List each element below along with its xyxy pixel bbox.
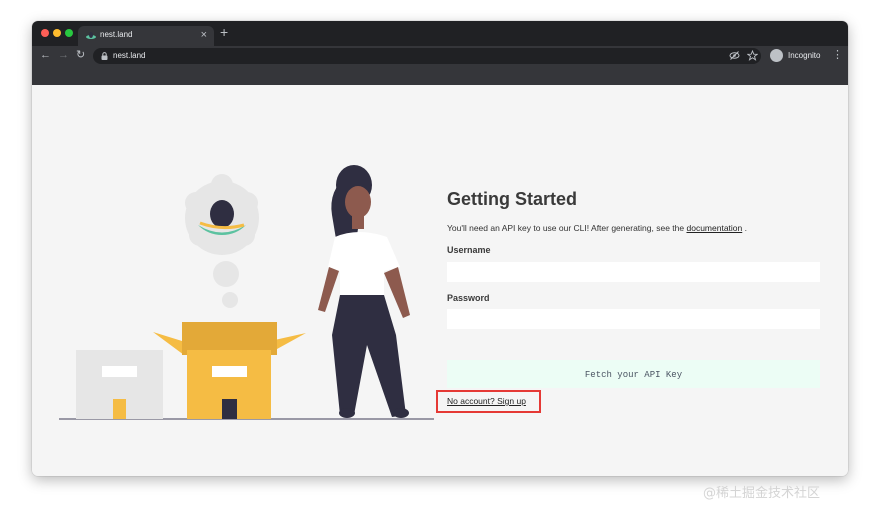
browser-window: nest.land × + ← → ↻ nest.land Incognito … (32, 21, 848, 476)
bookmark-star-icon[interactable] (747, 50, 758, 61)
username-input[interactable] (447, 262, 820, 282)
tab-bar: nest.land × + (32, 21, 848, 46)
password-input[interactable] (447, 309, 820, 329)
minimize-window-button[interactable] (53, 29, 61, 37)
lock-icon (101, 52, 108, 60)
browser-toolbar: ← → ↻ nest.land Incognito ⋮ (32, 46, 848, 66)
maximize-window-button[interactable] (65, 29, 73, 37)
fetch-api-key-button[interactable]: Fetch your API Key (447, 360, 820, 388)
nest-favicon-icon (86, 32, 96, 39)
signup-link[interactable]: No account? Sign up (447, 396, 526, 406)
intro-text: You'll need an API key to use our CLI! A… (447, 223, 747, 233)
page-content: Getting Started You'll need an API key t… (32, 85, 848, 476)
bookmark-bar (32, 66, 848, 85)
close-window-button[interactable] (41, 29, 49, 37)
reload-icon[interactable]: ↻ (76, 48, 85, 62)
tab-nest-land[interactable]: nest.land × (78, 26, 214, 46)
documentation-link[interactable]: documentation (686, 223, 742, 233)
url-text: nest.land (113, 51, 146, 60)
incognito-icon[interactable] (770, 49, 783, 62)
address-bar[interactable]: nest.land (93, 48, 761, 64)
back-icon[interactable]: ← (40, 48, 51, 62)
forward-icon[interactable]: → (58, 48, 69, 62)
password-label: Password (447, 293, 490, 303)
watermark: @稀土掘金技术社区 (703, 486, 821, 501)
page-title: Getting Started (447, 189, 578, 209)
getting-started-illustration (59, 165, 434, 420)
tab-title: nest.land (100, 30, 133, 39)
username-label: Username (447, 245, 491, 255)
profile-label[interactable]: Incognito (788, 51, 820, 60)
new-tab-button[interactable]: + (220, 24, 228, 40)
tab-close-icon[interactable]: × (201, 28, 207, 42)
eye-off-icon[interactable] (729, 50, 740, 61)
menu-icon[interactable]: ⋮ (832, 49, 843, 61)
